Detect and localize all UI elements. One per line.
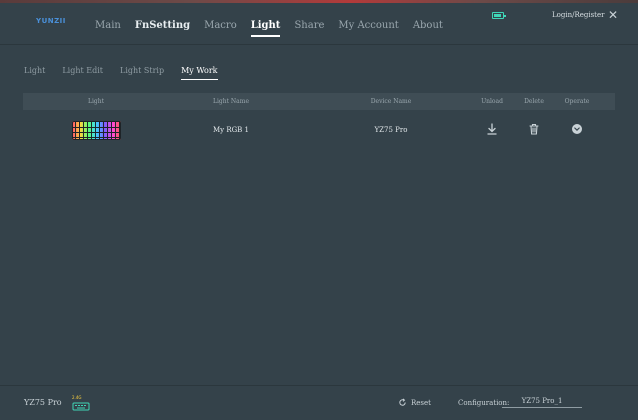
subtab-light-strip[interactable]: Light Strip bbox=[120, 66, 164, 75]
subtab-my-work[interactable]: My Work bbox=[181, 66, 218, 80]
connection-label: 2.4G bbox=[72, 395, 82, 400]
table-header: Light Light Name Device Name Unload Dele… bbox=[23, 93, 615, 110]
reset-icon bbox=[399, 398, 406, 406]
column-unload: Unload bbox=[481, 98, 503, 105]
light-name-cell: My RGB 1 bbox=[212, 126, 250, 134]
nav-about[interactable]: About bbox=[413, 20, 443, 31]
nav-my-account[interactable]: My Account bbox=[338, 20, 398, 31]
header-divider bbox=[0, 44, 638, 45]
reset-button[interactable]: Reset bbox=[398, 398, 431, 407]
column-device-name: Device Name bbox=[370, 98, 412, 105]
keyboard-icon bbox=[72, 121, 121, 140]
column-operate: Operate bbox=[564, 98, 590, 105]
close-icon[interactable]: ✕ bbox=[608, 8, 618, 22]
column-light: Light bbox=[87, 98, 105, 105]
table-row[interactable]: My RGB 1 YZ75 Pro bbox=[23, 113, 615, 147]
nav-main[interactable]: Main bbox=[95, 20, 121, 31]
battery-icon bbox=[492, 12, 506, 19]
configuration-select[interactable]: YZ75 Pro_1 bbox=[502, 397, 582, 408]
top-accent-strip bbox=[0, 0, 638, 3]
download-icon[interactable] bbox=[484, 121, 500, 137]
login-register-link[interactable]: Login/Register bbox=[552, 11, 604, 19]
app-logo: YUNZII bbox=[36, 17, 66, 25]
device-name: YZ75 Pro bbox=[24, 398, 62, 407]
reset-label: Reset bbox=[411, 398, 431, 407]
device-name-cell: YZ75 Pro bbox=[374, 126, 408, 134]
nav-light[interactable]: Light bbox=[250, 20, 280, 37]
light-subnav: Light Light Edit Light Strip My Work bbox=[24, 66, 235, 80]
nav-fnsetting[interactable]: FnSetting bbox=[135, 20, 190, 31]
column-delete: Delete bbox=[524, 98, 544, 105]
trash-icon[interactable] bbox=[526, 121, 542, 137]
main-nav: Main FnSetting Macro Light Share My Acco… bbox=[95, 20, 457, 37]
chevron-down-icon[interactable] bbox=[569, 121, 585, 137]
footer-divider bbox=[0, 385, 638, 386]
column-light-name: Light Name bbox=[213, 98, 249, 105]
nav-share[interactable]: Share bbox=[294, 20, 324, 31]
connection-indicator: 2.4G bbox=[72, 395, 90, 411]
subtab-light[interactable]: Light bbox=[24, 66, 45, 75]
nav-macro[interactable]: Macro bbox=[204, 20, 237, 31]
subtab-light-edit[interactable]: Light Edit bbox=[62, 66, 103, 75]
